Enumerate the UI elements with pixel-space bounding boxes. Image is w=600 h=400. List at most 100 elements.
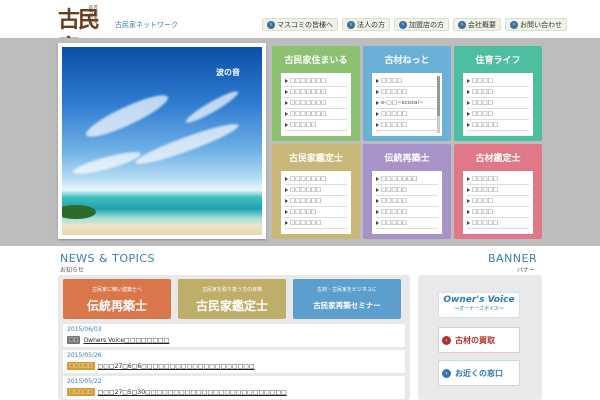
news-box: 古民家に稼い建築士へ 伝統再築士 古民家を取り扱う方の資格 古民家鑑定士 古材・… — [58, 275, 410, 400]
card-title: 伝統再築士 — [384, 153, 430, 164]
card-link[interactable]: □□□□□ — [467, 174, 529, 185]
category-big-label: 古民家鑑定士 — [195, 299, 268, 313]
card-link[interactable]: □□□□□□ — [285, 185, 347, 196]
arrow-icon — [467, 210, 470, 214]
arrow-icon — [376, 210, 379, 214]
top-nav: › マスコミの皆様へ › 法人の方 › 加盟店の方 › 会社概要 › お問い合わせ — [262, 18, 567, 31]
news-link[interactable]: □□□27□5□30□□□□□□□□□□□□□□□□□□□□□□□□□ — [98, 389, 287, 396]
card-link[interactable]: □□□□□ — [285, 120, 347, 131]
arrow-icon — [467, 90, 470, 94]
card-link[interactable]: □□□□□□□ — [285, 76, 347, 87]
news-tag: □□ — [67, 336, 81, 344]
card-link[interactable]: □□□□ — [467, 109, 529, 120]
card-title: 古材鑑定士 — [475, 153, 521, 164]
card-link[interactable]: □□□□□□□ — [285, 109, 347, 120]
card-link-list: □□□□□□□ □□□□□ □□□□□ □□□□□ □□□□□ — [372, 171, 442, 234]
hero-photo-frame: 波の音 — [58, 43, 266, 239]
card-link[interactable]: □□□□□ — [376, 207, 438, 218]
card-link-list: □□□□□□□ □□□□□□ □□□□□□ □□□□□ □□□□□□ — [281, 171, 351, 234]
nav-company[interactable]: › 会社概要 — [453, 18, 501, 31]
card-link[interactable]: □□□□□□□ — [376, 174, 438, 185]
news-item[interactable]: 2015/05/22 □□□□□ □□□27□5□30□□□□□□□□□□□□□… — [63, 376, 405, 399]
card-link-label: □□□□□□□ — [290, 111, 327, 117]
card-link-label: □□□□ — [472, 100, 493, 106]
card-link[interactable]: □□□□ — [467, 196, 529, 207]
scrollbar-thumb[interactable] — [437, 76, 440, 116]
arrow-circle-icon: › — [399, 20, 407, 29]
card-link[interactable]: □□□□□ — [376, 218, 438, 229]
card-juiku-life[interactable]: 住育ライフ □□□□ □□□□ □□□□ □□□□ □□□□□ — [454, 46, 542, 141]
card-link-label: □□□□□ — [381, 89, 407, 95]
card-link-label: □□□□ — [472, 89, 493, 95]
card-link[interactable]: □□□□□ — [467, 185, 529, 196]
card-link-label: □□□□ — [472, 198, 493, 204]
nav-contact[interactable]: › お問い合わせ — [505, 18, 567, 31]
kozai-kaitori-banner[interactable]: › 古材の買取 — [438, 327, 520, 353]
card-link[interactable]: □□□□□ — [285, 207, 347, 218]
category-dento-saichikushi[interactable]: 古民家に稼い建築士へ 伝統再築士 — [63, 279, 171, 319]
card-link-list: □□□□□□□ □□□□□□□ □□□□□□□ □□□□□□□ □□□□□ — [281, 73, 351, 136]
card-kominka-kanteishi[interactable]: 古民家鑑定士 □□□□□□□ □□□□□□ □□□□□□ □□□□□ □□□□□… — [272, 144, 360, 239]
card-link[interactable]: □□□□□□ — [285, 196, 347, 207]
nav-press[interactable]: › マスコミの皆様へ — [262, 18, 338, 31]
card-link[interactable]: □□□□ — [467, 76, 529, 87]
card-link-list: □□□□□ □□□□□ □□□□ □□□□ □□□□□ — [463, 171, 533, 234]
card-link[interactable]: □□□□ — [467, 87, 529, 98]
news-item[interactable]: 2015/06/03 □□ Owners Voice□□□□□□□□ — [63, 324, 405, 347]
banner-subtitle: バナー — [517, 267, 536, 274]
arrow-icon — [285, 177, 288, 181]
card-link[interactable]: □□□□□□□ — [285, 98, 347, 109]
category-kominka-kanteishi[interactable]: 古民家を取り扱う方の資格 古民家鑑定士 — [178, 279, 286, 319]
arrow-icon — [285, 188, 288, 192]
news-date: 2015/06/03 — [67, 326, 102, 333]
owners-voice-banner[interactable]: Owner's Voice 〜オーナーズボイス〜 — [438, 292, 520, 318]
arrow-circle-icon: › — [267, 20, 275, 29]
nav-members[interactable]: › 加盟店の方 — [394, 18, 449, 31]
site-subtitle: 古民家ネットワーク — [115, 21, 178, 29]
card-link-label: □□□□□ — [290, 209, 316, 215]
card-link[interactable]: □□□□ — [467, 207, 529, 218]
card-link[interactable]: □□□□□ — [376, 87, 438, 98]
card-link[interactable]: □□□□□ — [467, 120, 529, 131]
card-dento-saichikushi[interactable]: 伝統再築士 □□□□□□□ □□□□□ □□□□□ □□□□□ □□□□□ — [363, 144, 451, 239]
card-kozai-kanteishi[interactable]: 古材鑑定士 □□□□□ □□□□□ □□□□ □□□□ □□□□□ — [454, 144, 542, 239]
hero-caption: 波の音 — [216, 68, 240, 77]
card-link-label: □□□□□ — [381, 198, 407, 204]
news-link[interactable]: □□□27□6□6□□□□□□□□□□□□□□□□□□□□ — [98, 363, 255, 370]
card-link[interactable]: □□□□ — [467, 98, 529, 109]
nearby-office-banner[interactable]: › お近くの窓口 — [438, 360, 520, 386]
banner-box: Owner's Voice 〜オーナーズボイス〜 › 古材の買取 › お近くの窓… — [418, 275, 542, 400]
arrow-icon: › — [442, 368, 451, 378]
nav-corporate[interactable]: › 法人の方 — [342, 18, 390, 31]
arrow-icon — [376, 90, 379, 94]
card-scrollbar[interactable] — [437, 76, 440, 133]
arrow-icon — [467, 221, 470, 225]
arrow-icon — [376, 79, 379, 83]
news-subtitle: お知らせ — [60, 267, 84, 274]
card-link-label: □□□□□□ — [290, 198, 322, 204]
arrow-circle-icon: › — [458, 20, 466, 29]
card-link[interactable]: □□□□□ — [376, 196, 438, 207]
card-link[interactable]: □□□□□□□ — [285, 174, 347, 185]
card-link[interactable]: □□□□ — [376, 76, 438, 87]
news-link[interactable]: Owners Voice□□□□□□□□ — [83, 337, 169, 344]
card-link[interactable]: □□□□□□□ — [285, 87, 347, 98]
card-kominka-smile[interactable]: 古民家住まいる □□□□□□□ □□□□□□□ □□□□□□□ □□□□□□□ … — [272, 46, 360, 141]
card-link-label: □□□□□□□ — [290, 89, 327, 95]
category-seminar[interactable]: 古材・古民家をビジネスに 古民家再築セミナー — [293, 279, 401, 319]
card-link[interactable]: □□□□□ — [376, 120, 438, 131]
arrow-icon — [376, 221, 379, 225]
card-link-label: □□□□□ — [381, 111, 407, 117]
category-small-label: 古民家に稼い建築士へ — [91, 287, 142, 293]
card-link-label: □□□□ — [472, 111, 493, 117]
news-item[interactable]: 2015/05/26 □□□□□ □□□27□6□6□□□□□□□□□□□□□□… — [63, 350, 405, 373]
card-kozai-net[interactable]: 古材ねっと □□□□ □□□□□ e-□□~ecozai~ □□□□□ □□□□… — [363, 46, 451, 141]
news-tag: □□□□□ — [67, 388, 95, 396]
card-link[interactable]: □□□□□ — [376, 109, 438, 120]
arrow-icon — [467, 101, 470, 105]
arrow-icon — [467, 188, 470, 192]
card-link[interactable]: □□□□□□ — [285, 218, 347, 229]
card-link[interactable]: □□□□□ — [467, 218, 529, 229]
card-link[interactable]: □□□□□ — [376, 185, 438, 196]
card-link[interactable]: e-□□~ecozai~ — [376, 98, 438, 109]
